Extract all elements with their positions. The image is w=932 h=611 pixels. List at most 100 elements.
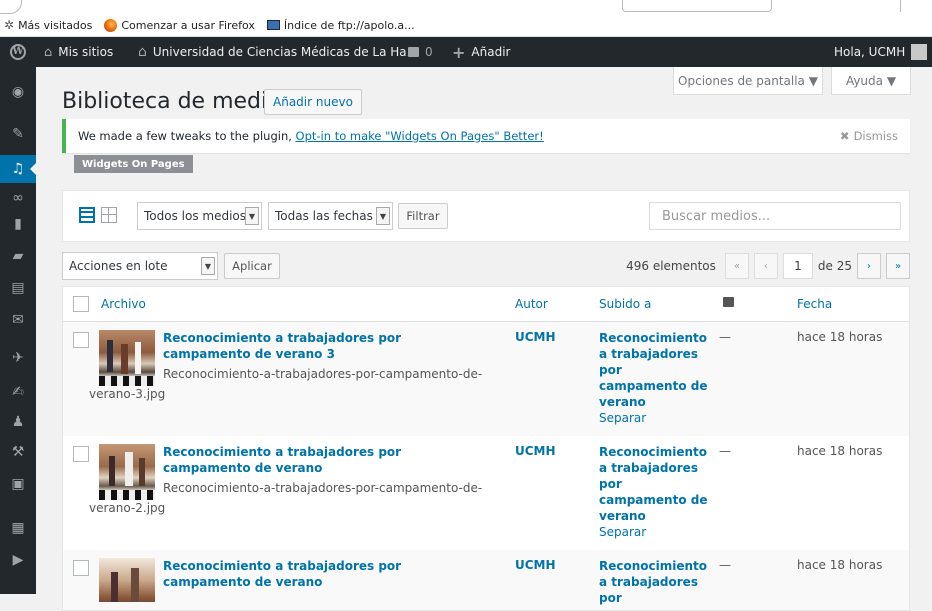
first-page-button[interactable]: « <box>724 253 749 279</box>
play-icon[interactable]: ▶ <box>9 551 27 569</box>
column-date[interactable]: Fecha <box>797 297 832 311</box>
tools-icon[interactable]: ✈ <box>9 349 27 367</box>
uploaded-to-link[interactable]: Reconocimiento a trabajadores por campam… <box>599 331 707 409</box>
uploaded-to-link[interactable]: Reconocimiento a trabajadores por campam… <box>599 445 707 523</box>
notice-message: We made a few tweaks to the plugin, Opt-… <box>78 129 544 143</box>
row-checkbox[interactable] <box>73 560 89 576</box>
media-title-link[interactable]: Reconocimiento a trabajadores por campam… <box>163 444 483 476</box>
list-view-icon[interactable] <box>79 207 95 223</box>
row-checkbox[interactable] <box>73 446 89 462</box>
pin-icon[interactable]: ✎ <box>9 125 27 143</box>
bookmark-ftp[interactable]: Índice de ftp://apolo.a... <box>266 19 415 32</box>
select-all-checkbox[interactable] <box>73 296 89 312</box>
current-page-input[interactable]: 1 <box>782 253 813 279</box>
date-cell: hace 18 horas <box>797 558 883 572</box>
user-account-menu[interactable]: Hola, UCMH <box>834 37 928 67</box>
widgets-on-pages-badge: Widgets On Pages <box>74 155 193 173</box>
date-cell: hace 18 horas <box>797 330 883 344</box>
table-row: Reconocimiento a trabajadores por campam… <box>63 436 909 550</box>
screen-options-button[interactable]: Opciones de pantalla ▼ <box>673 67 823 95</box>
prev-page-button[interactable]: ‹ <box>753 253 778 279</box>
total-pages: de 25 <box>817 259 852 273</box>
detach-link[interactable]: Separar <box>599 410 709 426</box>
plus-icon: + <box>452 42 466 62</box>
comment-column-icon[interactable] <box>723 297 734 307</box>
next-page-button[interactable]: › <box>857 253 881 279</box>
media-title-link[interactable]: Reconocimiento a trabajadores por campam… <box>163 558 483 590</box>
bookmark-firefox[interactable]: Comenzar a usar Firefox <box>104 18 255 32</box>
tablenav-top: Acciones en lote ▼ Aplicar 496 elementos… <box>62 252 910 280</box>
comments-icon[interactable]: ▰ <box>9 247 27 265</box>
author-link[interactable]: UCMH <box>515 330 556 344</box>
my-sites-menu[interactable]: ⌂ Mis sitios <box>44 37 113 67</box>
items-count: 496 elementos <box>626 259 716 273</box>
opt-in-link[interactable]: Opt-in to make "Widgets On Pages" Better… <box>296 129 544 143</box>
media-filename: Reconocimiento-a-trabajadores-por-campam… <box>89 481 483 515</box>
media-thumbnail[interactable] <box>99 558 155 602</box>
pages-icon[interactable]: ▮ <box>9 215 27 233</box>
column-file[interactable]: Archivo <box>101 297 146 311</box>
chevron-down-icon: ▼ <box>376 207 390 225</box>
table-row: Reconocimiento a trabajadores por campam… <box>63 322 909 436</box>
comments-menu[interactable]: 0 <box>408 37 433 67</box>
appearance-icon[interactable]: ▤ <box>9 279 27 297</box>
gear-icon: ✲ <box>4 18 15 32</box>
uploaded-to-cell: Reconocimiento a trabajadores por campam… <box>599 330 709 426</box>
author-link[interactable]: UCMH <box>515 558 556 572</box>
form-icon[interactable]: ▦ <box>9 519 27 537</box>
bulk-actions-select[interactable]: Acciones en lote ▼ <box>62 252 218 280</box>
pagination: 496 elementos « ‹ 1 de 25 › » <box>626 252 910 280</box>
chevron-down-icon: ▼ <box>245 207 259 225</box>
comments-cell: — <box>719 558 731 572</box>
detach-link[interactable]: Separar <box>599 524 709 540</box>
wrench-icon[interactable]: ⚒ <box>9 443 27 461</box>
media-icon[interactable]: ♫ <box>9 160 27 178</box>
column-author[interactable]: Autor <box>515 297 548 311</box>
home-icon: ⌂ <box>138 44 147 60</box>
table-row: Reconocimiento a trabajadores por campam… <box>63 550 909 610</box>
media-title-link[interactable]: Reconocimiento a trabajadores por campam… <box>163 330 483 362</box>
date-filter-select[interactable]: Todas las fechas ▼ <box>268 202 393 230</box>
users-icon[interactable]: ♟ <box>9 413 27 431</box>
last-page-button[interactable]: » <box>886 253 910 279</box>
dismiss-button[interactable]: ✖ Dismiss <box>840 129 898 143</box>
author-link[interactable]: UCMH <box>515 444 556 458</box>
dashboard-icon[interactable]: ◉ <box>9 83 27 101</box>
firefox-icon <box>104 18 118 32</box>
column-uploaded-to[interactable]: Subido a <box>599 297 651 311</box>
apply-button[interactable]: Aplicar <box>224 253 280 279</box>
uploaded-to-cell: Reconocimiento a trabajadores por campam… <box>599 444 709 540</box>
help-button[interactable]: Ayuda ▼ <box>831 67 911 95</box>
plugins-icon[interactable]: ✍ <box>9 383 27 401</box>
row-checkbox[interactable] <box>73 332 89 348</box>
uploaded-to-cell: Reconocimiento a trabajadores por <box>599 558 709 606</box>
comments-cell: — <box>719 444 731 458</box>
media-filter-bar: Todos los medios ▼ Todas las fechas ▼ Fi… <box>62 190 910 242</box>
grid-view-icon[interactable] <box>101 207 117 223</box>
bookmark-most-visited[interactable]: ✲ Más visitados <box>4 18 92 32</box>
comment-icon <box>408 47 419 57</box>
date-cell: hace 18 horas <box>797 444 883 458</box>
main-content: Opciones de pantalla ▼ Ayuda ▼ Bibliotec… <box>36 67 932 611</box>
close-icon: ✖ <box>839 129 850 143</box>
search-media-input[interactable]: Buscar medios... <box>649 202 901 230</box>
page-title: Biblioteca de medios <box>62 89 293 114</box>
admin-sidebar: ◉ ✎ ♫ ∞ ▮ ▰ ▤ ✉ ✈ ✍ ♟ ⚒ ▣ ▦ ▶ <box>0 67 36 594</box>
monitor-icon <box>266 20 280 30</box>
table-header: Archivo Autor Subido a Fecha <box>63 287 909 322</box>
uploaded-to-link[interactable]: Reconocimiento a trabajadores por <box>599 559 707 605</box>
media-table: Archivo Autor Subido a Fecha Reconocimie… <box>62 286 910 611</box>
avatar <box>911 44 928 60</box>
mail-icon[interactable]: ✉ <box>9 311 27 329</box>
media-filename: Reconocimiento-a-trabajadores-por-campam… <box>89 367 483 401</box>
site-name-menu[interactable]: ⌂ Universidad de Ciencias Médicas de La … <box>138 37 418 67</box>
comments-cell: — <box>719 330 731 344</box>
settings-icon[interactable]: ▣ <box>9 475 27 493</box>
filter-button[interactable]: Filtrar <box>398 203 448 229</box>
wp-logo-menu[interactable]: W <box>10 37 26 67</box>
add-new-button[interactable]: Añadir nuevo <box>264 89 362 115</box>
browser-chrome-edge <box>0 0 932 14</box>
link-icon[interactable]: ∞ <box>9 189 27 207</box>
media-type-select[interactable]: Todos los medios ▼ <box>137 202 262 230</box>
new-content-menu[interactable]: + Añadir <box>452 37 510 67</box>
